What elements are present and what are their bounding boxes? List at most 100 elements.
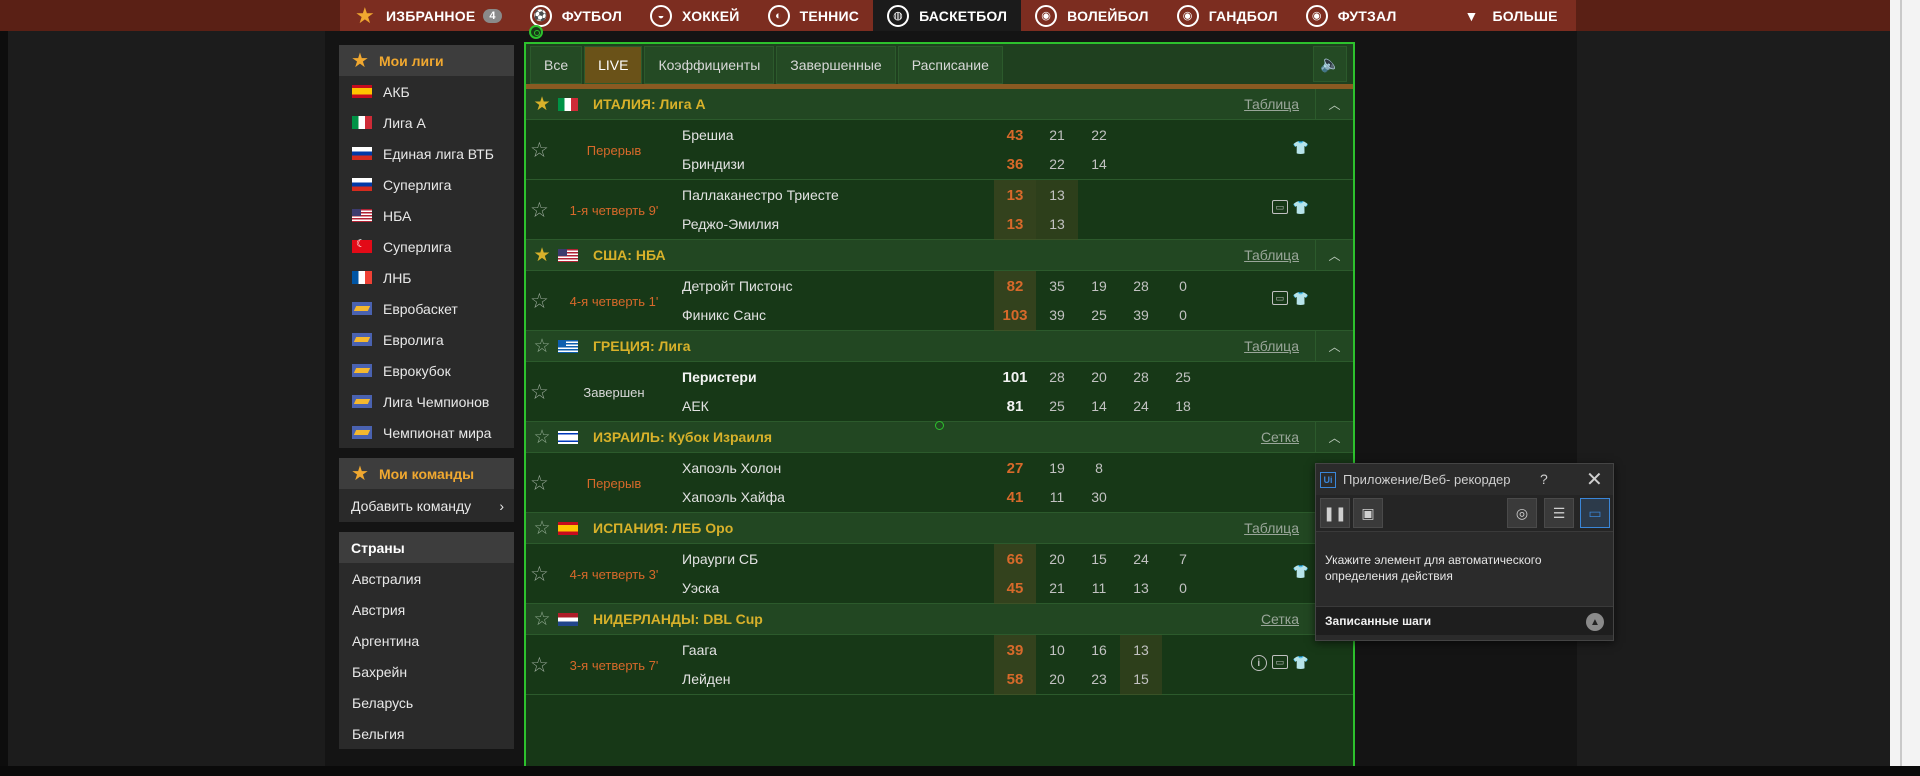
nav-item-6[interactable]: ◉ ГАНДБОЛ [1163,0,1292,31]
tab-1[interactable]: LIVE [584,46,643,84]
save-icon[interactable]: ▣ [1353,498,1383,528]
match-row[interactable]: ☆ 4-я четверть 3' Ираурги СБ Уэска 66 45 20 15 2… [526,544,1353,604]
tab-3[interactable]: Завершенные [776,46,896,84]
league-table-link[interactable]: Таблица [1244,338,1299,354]
sidebar-country-item[interactable]: Беларусь [339,687,514,718]
favorite-star-icon[interactable]: ★ [526,93,558,116]
sidebar-league-item[interactable]: Евролига [339,324,514,355]
shirt-icon[interactable]: 👕 [1293,655,1309,671]
league-table-link[interactable]: Таблица [1244,520,1299,536]
match-row[interactable]: ☆ Перерыв Хапоэль Холон Хапоэль Хайфа 27 41 19… [526,453,1353,513]
home-team-name[interactable]: Перистери [682,369,757,385]
chevron-up-icon[interactable]: ︿ [1315,422,1353,452]
league-name[interactable]: НИДЕРЛАНДЫ: DBL Cup [593,611,763,627]
sidebar-league-item[interactable]: Лига Чемпионов [339,386,514,417]
favorite-star-icon[interactable]: ☆ [530,380,549,405]
my-teams-header[interactable]: ★ Мои команды [339,458,514,489]
nav-item-2[interactable]: ◒ ХОККЕЙ [636,0,754,31]
sidebar-league-item[interactable]: НБА [339,200,514,231]
chevron-up-icon[interactable]: ︿ [1315,240,1353,270]
help-button[interactable]: ? [1540,471,1548,487]
league-table-link[interactable]: Таблица [1244,96,1299,112]
tv-icon[interactable]: ▭ [1271,655,1288,669]
home-team-name[interactable]: Паллаканестро Триесте [682,187,839,203]
my-leagues-header[interactable]: ★ Мои лиги [339,45,514,76]
target-settings-icon[interactable]: ◎ [1507,498,1537,528]
favorite-star-icon[interactable]: ☆ [526,517,558,540]
away-team-name[interactable]: Лейден [682,671,730,687]
match-row[interactable]: ☆ 3-я четверть 7' Гаага Лейден 39 58 10 16 13 20 2… [526,635,1353,695]
favorite-star-icon[interactable]: ☆ [526,335,558,358]
sidebar-league-item[interactable]: Евробаскет [339,293,514,324]
shirt-icon[interactable]: 👕 [1293,291,1309,307]
sidebar-league-item[interactable]: АКБ [339,76,514,107]
favorite-star-icon[interactable]: ☆ [530,653,549,678]
league-name[interactable]: ИСПАНИЯ: ЛЕБ Оро [593,520,733,536]
league-name[interactable]: ИТАЛИЯ: Лига А [593,96,706,112]
sidebar-country-item[interactable]: Австралия [339,563,514,594]
tab-2[interactable]: Коэффициенты [644,46,775,84]
add-team-button[interactable]: Добавить команду › [339,489,514,522]
sidebar-country-item[interactable]: Австрия [339,594,514,625]
info-icon[interactable]: i [1250,655,1267,671]
sidebar-league-item[interactable]: Чемпионат мира [339,417,514,448]
match-row[interactable]: ☆ 1-я четверть 9' Паллаканестро Триесте Ред… [526,180,1353,240]
match-row[interactable]: ☆ Завершен Перистери АЕК 101 81 28 20 28 25 25 14 24… [526,362,1353,422]
favorite-star-icon[interactable]: ☆ [526,608,558,631]
favorite-star-icon[interactable]: ☆ [530,198,549,223]
match-row[interactable]: ☆ Перерыв Брешиа Бриндизи 43 36 21 22 22 14 👕 [526,120,1353,180]
sidebar-country-item[interactable]: Бахрейн [339,656,514,687]
sidebar-league-item[interactable]: ЛНБ [339,262,514,293]
list-settings-icon[interactable]: ☰ [1544,498,1574,528]
match-row[interactable]: ☆ 4-я четверть 1' Детройт Пистонс Финикс Са… [526,271,1353,331]
away-team-name[interactable]: Реджо-Эмилия [682,216,779,232]
sound-toggle-icon[interactable]: 🔈 [1313,46,1347,82]
sidebar-league-item[interactable]: Еврокубок [339,355,514,386]
away-team-name[interactable]: Бриндизи [682,156,745,172]
league-table-link[interactable]: Сетка [1261,611,1299,627]
favorite-star-icon[interactable]: ☆ [530,138,549,163]
favorite-star-icon[interactable]: ☆ [526,426,558,449]
favorite-star-icon[interactable]: ☆ [530,289,549,314]
tab-4[interactable]: Расписание [897,46,1003,84]
sidebar-country-item[interactable]: Бельгия [339,718,514,749]
chevron-up-icon[interactable]: ▲ [1586,613,1604,631]
league-table-link[interactable]: Сетка [1261,429,1299,445]
shirt-icon[interactable]: 👕 [1293,564,1309,580]
chevron-up-icon[interactable]: ︿ [1315,331,1353,361]
home-team-name[interactable]: Ираурги СБ [682,551,758,567]
league-name[interactable]: США: НБА [593,247,666,263]
nav-item-4[interactable]: ◍ БАСКЕТБОЛ [873,0,1022,31]
away-team-name[interactable]: Финикс Санс [682,307,766,323]
close-button[interactable]: ✕ [1586,467,1603,492]
pause-icon[interactable]: ❚❚ [1320,498,1350,528]
chevron-up-icon[interactable]: ︿ [1315,89,1353,119]
sidebar-league-item[interactable]: Суперлига [339,231,514,262]
nav-item-7[interactable]: ◉ ФУТЗАЛ [1292,0,1411,31]
away-team-name[interactable]: Хапоэль Хайфа [682,489,785,505]
home-team-name[interactable]: Брешиа [682,127,734,143]
home-team-name[interactable]: Гаага [682,642,717,658]
league-table-link[interactable]: Таблица [1244,247,1299,263]
favorite-star-icon[interactable]: ★ [526,244,558,267]
shirt-icon[interactable]: 👕 [1293,200,1309,216]
sidebar-country-item[interactable]: Аргентина [339,625,514,656]
league-name[interactable]: ГРЕЦИЯ: Лига [593,338,691,354]
tab-0[interactable]: Все [530,46,583,84]
recorded-steps-header[interactable]: Записанные шаги ▲ [1316,606,1613,635]
nav-item-0[interactable]: ★ ИЗБРАННОЕ 4 [340,0,516,31]
sidebar-league-item[interactable]: Лига А [339,107,514,138]
home-team-name[interactable]: Детройт Пистонс [682,278,793,294]
tv-icon[interactable]: ▭ [1271,200,1288,214]
nav-item-8[interactable]: ▼ БОЛЬШЕ [1447,0,1572,31]
away-team-name[interactable]: АЕК [682,398,709,414]
league-name[interactable]: ИЗРАИЛЬ: Кубок Израиля [593,429,772,445]
away-team-name[interactable]: Уэска [682,580,719,596]
sidebar-league-item[interactable]: Суперлига [339,169,514,200]
screenshot-icon[interactable]: ▭ [1580,498,1610,528]
nav-item-5[interactable]: ◉ ВОЛЕЙБОЛ [1021,0,1163,31]
home-team-name[interactable]: Хапоэль Холон [682,460,781,476]
sidebar-league-item[interactable]: Единая лига ВТБ [339,138,514,169]
favorite-star-icon[interactable]: ☆ [530,562,549,587]
nav-item-3[interactable]: ◐ ТЕННИС [754,0,873,31]
